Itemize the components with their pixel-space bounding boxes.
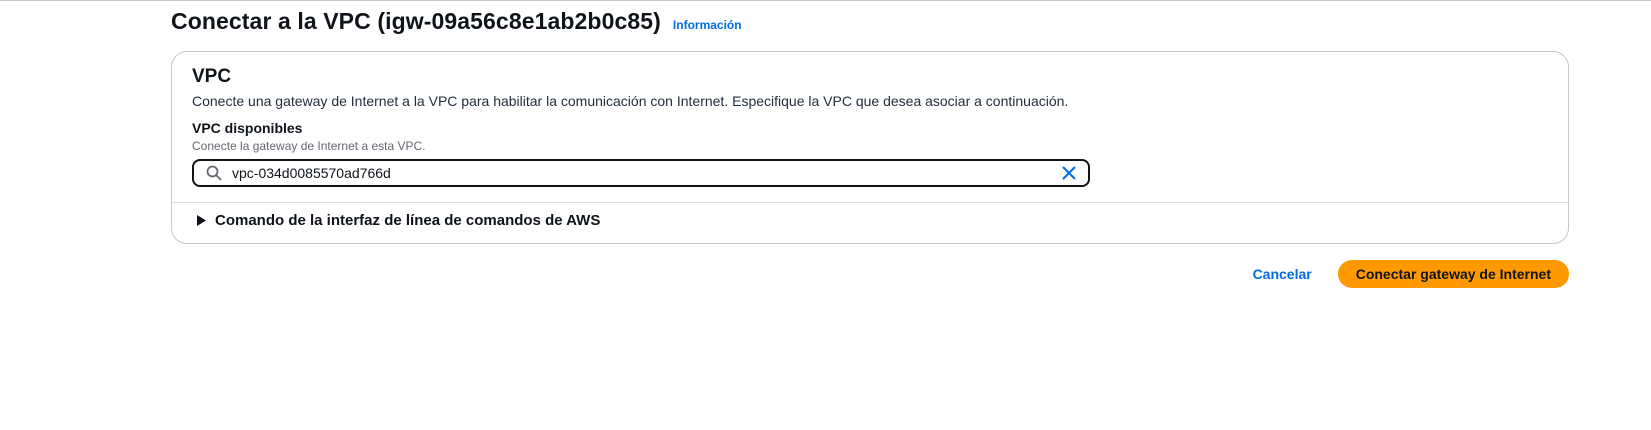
section-divider (172, 202, 1568, 203)
panel-description: Conecte una gateway de Internet a la VPC… (192, 93, 1069, 109)
attach-internet-gateway-button[interactable]: Conectar gateway de Internet (1337, 260, 1569, 288)
vpc-search-input[interactable] (232, 162, 1060, 184)
vpc-container: VPC Conecte una gateway de Internet a la… (171, 51, 1569, 244)
page-header: Conectar a la VPC (igw-09a56c8e1ab2b0c85… (171, 8, 1571, 40)
top-divider (0, 0, 1651, 1)
page-content: Conectar a la VPC (igw-09a56c8e1ab2b0c85… (171, 8, 1571, 288)
available-vpcs-description: Conecte la gateway de Internet a esta VP… (192, 139, 426, 153)
cli-command-expander[interactable]: Comando de la interfaz de línea de coman… (197, 212, 600, 229)
cancel-button[interactable]: Cancelar (1245, 262, 1320, 286)
info-link[interactable]: Información (673, 18, 742, 32)
page-title: Conectar a la VPC (igw-09a56c8e1ab2b0c85… (171, 8, 661, 34)
close-icon[interactable] (1060, 164, 1078, 182)
caret-right-icon (197, 215, 207, 227)
vpc-search-field[interactable] (192, 159, 1090, 187)
form-actions: Cancelar Conectar gateway de Internet (1245, 260, 1569, 288)
vpc-panel-body: VPC Conecte una gateway de Internet a la… (192, 66, 1548, 187)
panel-title: VPC (192, 66, 232, 87)
cli-command-label: Comando de la interfaz de línea de coman… (215, 212, 601, 229)
available-vpcs-label: VPC disponibles (192, 120, 303, 136)
search-icon (206, 165, 222, 181)
